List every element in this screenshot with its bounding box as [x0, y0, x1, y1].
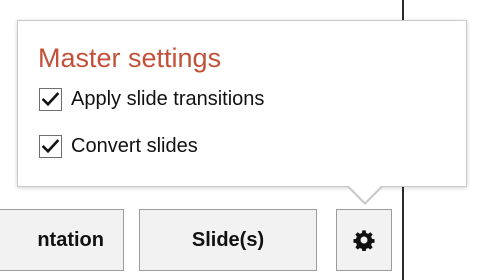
apply-slide-transitions-option[interactable]: Apply slide transitions — [39, 87, 264, 111]
popup-pointer — [348, 185, 382, 202]
apply-slide-transitions-checkbox[interactable] — [39, 87, 62, 111]
gear-icon — [353, 230, 375, 251]
slides-button[interactable]: Slide(s) — [139, 209, 317, 271]
popup-title: Master settings — [38, 43, 222, 73]
checkmark-icon — [42, 138, 59, 153]
master-settings-popup: Master settings Apply slide transitions … — [17, 20, 467, 187]
settings-button[interactable] — [336, 209, 392, 271]
checkmark-icon — [42, 91, 59, 106]
apply-slide-transitions-label: Apply slide transitions — [71, 88, 265, 110]
convert-slides-checkbox[interactable] — [39, 134, 62, 158]
slides-button-label: Slide(s) — [191, 228, 265, 251]
convert-slides-label: Convert slides — [71, 135, 198, 157]
presentation-button[interactable]: ntation — [0, 209, 124, 271]
presentation-button-label: ntation — [37, 228, 104, 251]
convert-slides-option[interactable]: Convert slides — [39, 134, 198, 158]
